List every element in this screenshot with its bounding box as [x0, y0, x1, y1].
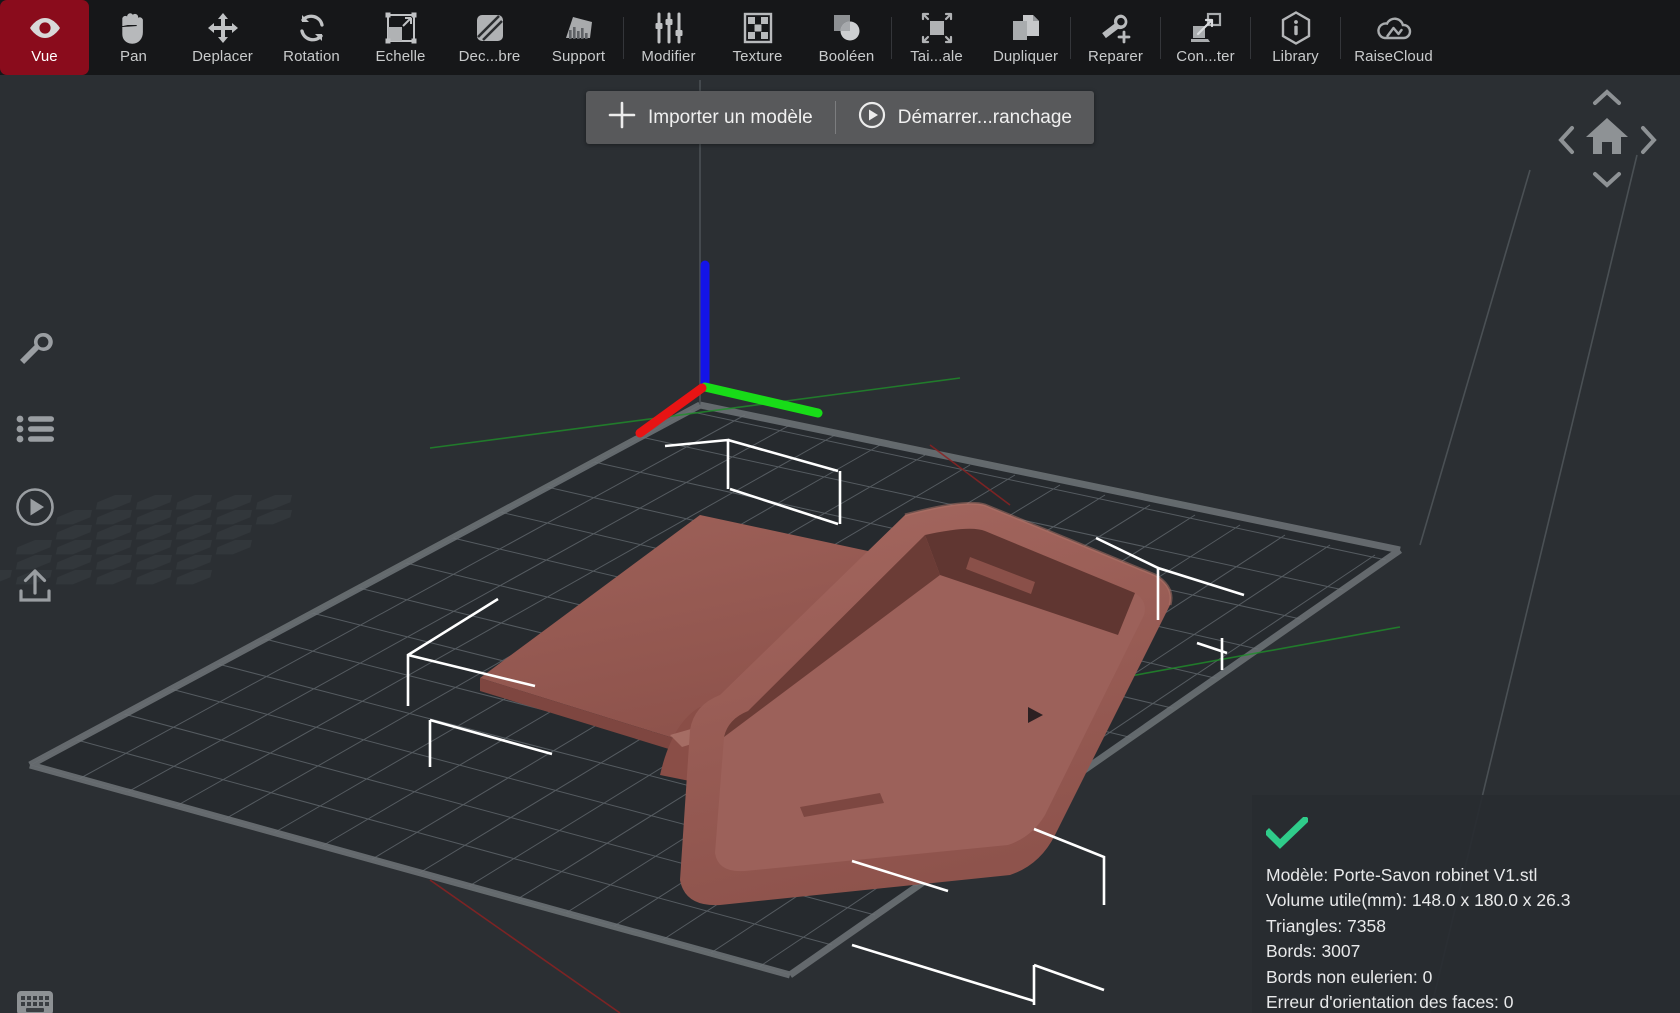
- import-model-button[interactable]: Importer un modèle: [586, 91, 835, 144]
- import-model-label: Importer un modèle: [648, 106, 813, 128]
- model-list-button[interactable]: [12, 408, 58, 454]
- 3d-viewport[interactable]: Importer un modèle Démarrer...ranchage M…: [0, 75, 1680, 1013]
- tool-deplacer[interactable]: Deplacer: [178, 0, 267, 75]
- sliders-icon: [654, 10, 684, 46]
- boolean-icon: [831, 10, 863, 46]
- tool-label: Deplacer: [192, 48, 253, 65]
- tool-label: Echelle: [375, 48, 426, 65]
- duplicate-icon: [1011, 10, 1041, 46]
- raise3d-ideamaker-window: Vue Pan Deplacer Rotation Echelle Dec...…: [0, 0, 1680, 1013]
- chevron-left-icon: [1556, 125, 1576, 160]
- tool-label: Rotation: [283, 48, 340, 65]
- keyboard-shortcuts-button[interactable]: [12, 982, 58, 1013]
- cut-icon: [474, 10, 506, 46]
- tool-rotation[interactable]: Rotation: [267, 0, 356, 75]
- scale-icon: [385, 10, 417, 46]
- check-icon: [1264, 815, 1680, 857]
- tool-vue[interactable]: Vue: [0, 0, 89, 75]
- tool-connecter[interactable]: Con...ter: [1161, 0, 1250, 75]
- tool-dupliquer[interactable]: Dupliquer: [981, 0, 1070, 75]
- model-info-panel: Modèle: Porte-Savon robinet V1.stl Volum…: [1252, 795, 1680, 1013]
- wrench-icon: [16, 330, 54, 373]
- upload-icon: [16, 568, 54, 611]
- tool-taille-auto[interactable]: Tai...ale: [892, 0, 981, 75]
- action-bar: Importer un modèle Démarrer...ranchage: [586, 91, 1094, 144]
- tool-label: Booléen: [818, 48, 875, 65]
- tool-texture[interactable]: Texture: [713, 0, 802, 75]
- plus-icon: [608, 101, 636, 135]
- tool-boolean[interactable]: Booléen: [802, 0, 891, 75]
- connect-icon: [1190, 10, 1222, 46]
- export-upload-button[interactable]: [12, 566, 58, 612]
- nav-home-button[interactable]: [1584, 113, 1630, 161]
- chevron-up-icon: [1592, 87, 1622, 112]
- nav-up-button[interactable]: [1590, 85, 1624, 113]
- play-circle-icon: [15, 487, 55, 532]
- start-slicing-button[interactable]: Démarrer...ranchage: [836, 91, 1094, 144]
- tool-label: Texture: [732, 48, 783, 65]
- support-icon: [563, 10, 595, 46]
- play-circle-icon: [858, 101, 886, 135]
- tool-label: Pan: [120, 48, 147, 65]
- tool-decoupe[interactable]: Dec...bre: [445, 0, 534, 75]
- tool-library[interactable]: Library: [1251, 0, 1340, 75]
- tool-pan[interactable]: Pan: [89, 0, 178, 75]
- keyboard-icon: [16, 989, 54, 1013]
- info-non-eulerian: Bords non eulerien: 0: [1266, 966, 1433, 987]
- tool-echelle[interactable]: Echelle: [356, 0, 445, 75]
- nav-right-button[interactable]: [1634, 125, 1662, 159]
- tool-label: Reparer: [1088, 48, 1143, 65]
- settings-wrench-button[interactable]: [12, 328, 58, 374]
- tool-label: Vue: [31, 48, 58, 65]
- info-hex-icon: [1280, 10, 1312, 46]
- info-borders: Bords: 3007: [1266, 941, 1361, 961]
- nav-left-button[interactable]: [1552, 125, 1580, 159]
- nav-down-button[interactable]: [1590, 167, 1624, 195]
- cloud-icon: [1375, 10, 1413, 46]
- hand-icon: [119, 10, 149, 46]
- tool-raisecloud[interactable]: RaiseCloud: [1341, 0, 1446, 75]
- tool-label: Dupliquer: [992, 48, 1059, 65]
- tool-support[interactable]: Support: [534, 0, 623, 75]
- tool-modifier[interactable]: Modifier: [624, 0, 713, 75]
- tool-label: Tai...ale: [910, 48, 963, 65]
- repair-icon: [1100, 10, 1132, 46]
- checker-icon: [743, 10, 773, 46]
- start-slicing-label: Démarrer...ranchage: [897, 106, 1072, 128]
- info-model-name: Modèle: Porte-Savon robinet V1.stl: [1266, 864, 1538, 885]
- move-icon: [207, 10, 239, 46]
- chevron-right-icon: [1638, 125, 1658, 160]
- fit-size-icon: [921, 10, 953, 46]
- tool-label: Modifier: [641, 48, 696, 65]
- preview-play-button[interactable]: [12, 486, 58, 532]
- info-volume: Volume utile(mm): 148.0 x 180.0 x 26.3: [1266, 890, 1571, 910]
- tool-reparer[interactable]: Reparer: [1071, 0, 1160, 75]
- chevron-down-icon: [1592, 169, 1622, 194]
- tool-label: Support: [551, 48, 606, 65]
- eye-icon: [28, 10, 62, 46]
- view-navigation-cluster: [1552, 85, 1662, 195]
- tool-label: Dec...bre: [458, 48, 521, 65]
- tool-label: Library: [1272, 48, 1319, 65]
- main-toolbar: Vue Pan Deplacer Rotation Echelle Dec...…: [0, 0, 1680, 75]
- tool-label: Con...ter: [1176, 48, 1235, 65]
- model-info-list: Modèle: Porte-Savon robinet V1.stl Volum…: [1266, 863, 1680, 1013]
- info-face-orientation-error: Erreur d'orientation des faces: 0: [1266, 992, 1514, 1012]
- info-triangles: Triangles: 7358: [1266, 915, 1386, 936]
- rotate-icon: [296, 10, 328, 46]
- home-icon: [1584, 112, 1630, 163]
- tool-label: RaiseCloud: [1354, 48, 1433, 65]
- list-icon: [16, 415, 54, 448]
